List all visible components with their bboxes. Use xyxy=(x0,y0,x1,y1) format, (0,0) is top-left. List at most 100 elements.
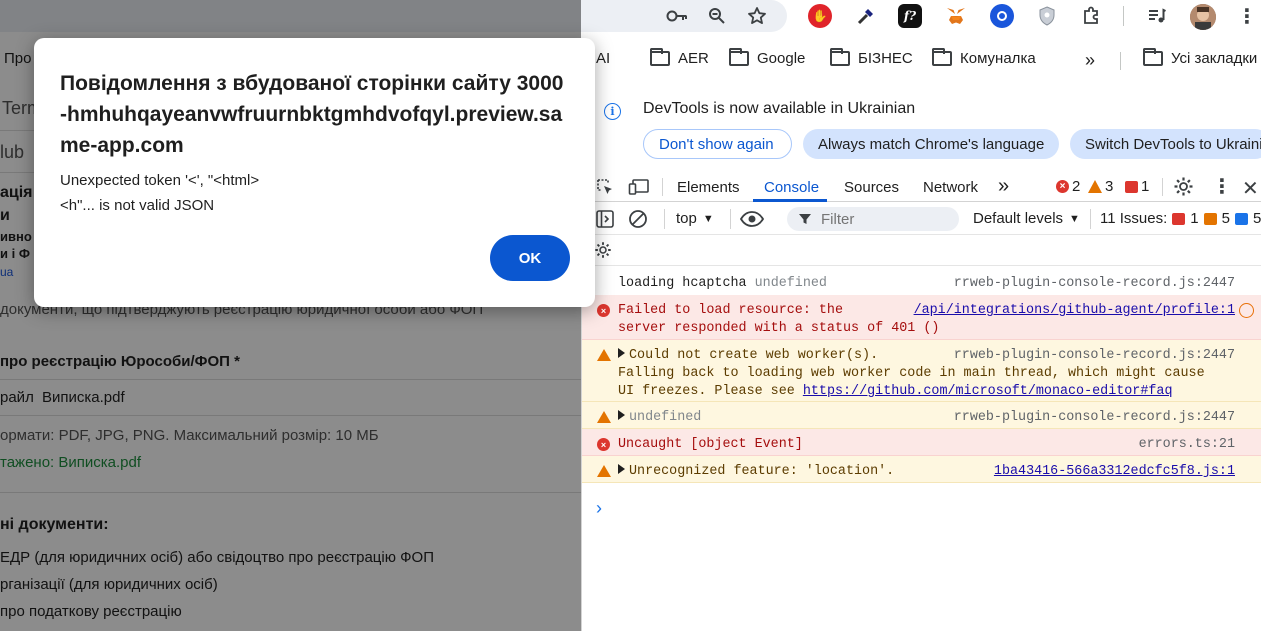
issues-label: 11 Issues: xyxy=(1100,210,1168,227)
message-text: UI freezes. Please see xyxy=(618,384,795,399)
folder-icon xyxy=(729,48,749,66)
message-source[interactable]: rrweb-plugin-console-record.js:2447 xyxy=(954,409,1235,427)
menu-icon[interactable]: ⋮ xyxy=(1234,4,1260,28)
tab-sources[interactable]: Sources xyxy=(844,179,899,196)
gear-icon[interactable] xyxy=(1173,176,1194,201)
bookmark-aer[interactable]: AER xyxy=(650,48,709,67)
opera-icon[interactable]: ✋ xyxy=(808,4,832,28)
toolbar-divider xyxy=(730,209,731,229)
bookmark-label: Google xyxy=(757,50,806,67)
media-icon[interactable] xyxy=(1145,4,1169,28)
bookmarks-more-button[interactable]: » xyxy=(1085,50,1095,71)
expand-triangle-icon[interactable] xyxy=(618,348,625,358)
font-icon[interactable]: f? xyxy=(898,4,922,28)
filter-icon xyxy=(798,212,812,230)
error-count-value: 2 xyxy=(1072,178,1081,195)
alert-dialog: Повідомлення з вбудованої сторінки сайту… xyxy=(34,38,595,307)
toolbar-divider xyxy=(1090,209,1091,229)
message-source-link[interactable]: 1ba43416-566a3312edcfc5f8.js:1 xyxy=(994,463,1235,481)
dont-show-again-button[interactable]: Don't show again xyxy=(643,129,792,159)
filter-input[interactable] xyxy=(787,207,959,231)
console-message-warning[interactable]: undefined rrweb-plugin-console-record.js… xyxy=(582,402,1261,429)
clear-console-icon[interactable] xyxy=(628,209,648,233)
bookmark-komunalka[interactable]: Комуналка xyxy=(932,48,1036,67)
issue-info-icon xyxy=(1234,212,1248,225)
issues-count[interactable]: 1 xyxy=(1125,178,1149,195)
avatar[interactable] xyxy=(1190,4,1216,30)
console-message-error[interactable]: × Failed to load resource: the server re… xyxy=(582,295,1261,340)
toolbar-divider xyxy=(1123,6,1124,26)
tab-network[interactable]: Network xyxy=(923,179,978,196)
bookmark-ai[interactable]: AI xyxy=(596,50,610,67)
error-icon: × xyxy=(597,304,610,317)
console-messages: loading hcaptcha undefined rrweb-plugin-… xyxy=(582,268,1261,518)
switch-language-button[interactable]: Switch DevTools to Ukrainian xyxy=(1070,129,1261,159)
bookmark-biznes[interactable]: БІЗНЕС xyxy=(830,48,913,67)
console-message-warning[interactable]: Unrecognized feature: 'location'. 1ba434… xyxy=(582,456,1261,483)
context-selector[interactable]: top ▼ xyxy=(676,210,714,227)
console-message-info[interactable]: loading hcaptcha undefined rrweb-plugin-… xyxy=(582,268,1261,295)
log-levels-label: Default levels xyxy=(973,210,1064,227)
bookmark-label: Комуналка xyxy=(960,50,1036,67)
device-toolbar-icon[interactable] xyxy=(628,178,650,200)
zoom-icon[interactable] xyxy=(704,4,730,28)
message-extra: undefined xyxy=(754,276,827,291)
warning-count[interactable]: 3 xyxy=(1088,178,1113,195)
circle-ext-icon[interactable] xyxy=(990,4,1014,28)
warning-icon xyxy=(597,349,611,361)
tab-console[interactable]: Console xyxy=(764,179,819,196)
message-source-link[interactable]: /api/integrations/github-agent/profile:1 xyxy=(914,302,1235,320)
chevron-down-icon: ▼ xyxy=(1069,212,1080,225)
key-icon[interactable] xyxy=(664,4,690,28)
issues-info-count: 5 xyxy=(1252,210,1261,227)
devtools-panel: i DevTools is now available in Ukrainian… xyxy=(581,86,1261,631)
console-settings-row xyxy=(582,236,1261,266)
shield-ext-icon[interactable] xyxy=(1035,4,1059,28)
more-tabs-icon[interactable]: » xyxy=(998,175,1009,198)
message-source[interactable]: errors.ts:21 xyxy=(1139,436,1235,454)
warning-icon xyxy=(1088,180,1102,193)
message-text: undefined xyxy=(629,410,702,425)
active-tab-indicator xyxy=(753,199,827,202)
expand-triangle-icon[interactable] xyxy=(618,410,625,420)
tab-elements[interactable]: Elements xyxy=(677,179,740,196)
eye-icon[interactable] xyxy=(739,211,765,231)
metamask-icon[interactable] xyxy=(944,4,968,28)
more-options-icon[interactable]: ⋮ xyxy=(1212,174,1232,199)
issues-button[interactable]: 11 Issues: 1 5 5 xyxy=(1100,210,1261,227)
warning-icon xyxy=(597,465,611,477)
always-match-language-button[interactable]: Always match Chrome's language xyxy=(803,129,1059,159)
log-levels-dropdown[interactable]: Default levels ▼ xyxy=(973,210,1080,227)
network-request-icon[interactable] xyxy=(1239,303,1254,318)
gear-icon[interactable] xyxy=(594,241,612,264)
error-count[interactable]: × 2 xyxy=(1056,178,1080,195)
warning-icon xyxy=(597,411,611,423)
folder-icon xyxy=(932,48,952,66)
inspect-icon[interactable] xyxy=(596,178,614,200)
eyedropper-icon[interactable] xyxy=(854,4,878,28)
expand-triangle-icon[interactable] xyxy=(618,464,625,474)
issues-warning-count: 5 xyxy=(1221,210,1230,227)
ok-button[interactable]: OK xyxy=(490,235,570,281)
console-message-warning[interactable]: Could not create web worker(s). Falling … xyxy=(582,340,1261,402)
message-source[interactable]: rrweb-plugin-console-record.js:2447 xyxy=(954,347,1235,365)
puzzle-icon[interactable] xyxy=(1079,4,1103,28)
message-source[interactable]: rrweb-plugin-console-record.js:2447 xyxy=(954,275,1235,293)
console-prompt[interactable]: › xyxy=(596,498,602,519)
bookmark-google[interactable]: Google xyxy=(729,48,806,67)
bookmark-label: AI xyxy=(596,50,611,67)
all-bookmarks[interactable]: Усі закладки xyxy=(1143,48,1257,67)
folder-icon xyxy=(1143,48,1163,66)
issue-warning-icon xyxy=(1203,212,1217,225)
sidebar-toggle-icon[interactable] xyxy=(596,210,614,232)
message-text: Falling back to loading web worker code … xyxy=(618,366,1205,381)
bookmark-label: БІЗНЕС xyxy=(858,50,913,67)
message-link[interactable]: https://github.com/microsoft/monaco-edit… xyxy=(803,384,1173,399)
star-icon[interactable] xyxy=(744,4,770,28)
devtools-tabbar: Elements Console Sources Network » × 2 3 … xyxy=(582,174,1261,202)
message-text: Could not create web worker(s). xyxy=(629,348,879,363)
tab-divider xyxy=(1162,178,1163,196)
console-message-error[interactable]: × Uncaught [object Event] errors.ts:21 xyxy=(582,429,1261,456)
close-icon[interactable]: ✕ xyxy=(1242,176,1259,201)
context-value: top xyxy=(676,210,697,227)
